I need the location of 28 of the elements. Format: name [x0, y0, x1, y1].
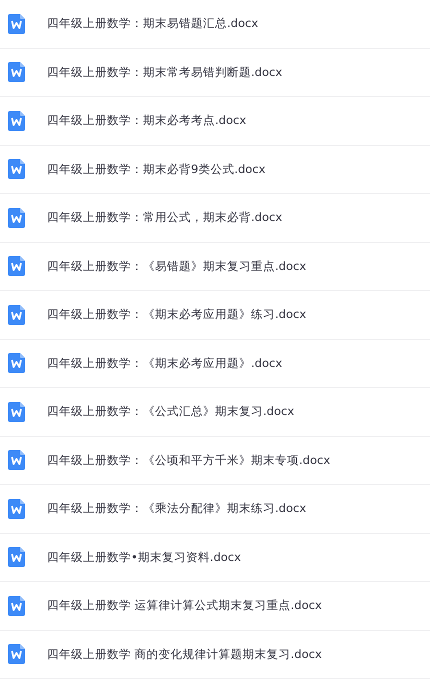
- document-icon: [8, 450, 25, 470]
- file-name[interactable]: 四年级上册数学：常用公式，期末必背.docx: [47, 210, 282, 226]
- document-icon: [8, 353, 25, 374]
- document-icon: [8, 62, 25, 82]
- file-name[interactable]: 四年级上册数学 商的变化规律计算题期末复习.docx: [47, 646, 322, 662]
- document-icon: [8, 208, 25, 228]
- file-name[interactable]: 四年级上册数学：期末必背9类公式.docx: [47, 162, 266, 177]
- document-icon: [8, 547, 25, 568]
- file-name[interactable]: 四年级上册数学：《公顷和平方千米》期末专项.docx: [47, 452, 330, 468]
- document-icon: [8, 402, 25, 422]
- document-icon: [8, 498, 25, 519]
- file-name[interactable]: 四年级上册数学：《易错题》期末复习重点.docx: [47, 258, 306, 274]
- document-icon: [8, 110, 25, 131]
- file-name[interactable]: 四年级上册数学：《期末必考应用题》练习.docx: [47, 307, 306, 322]
- file-name[interactable]: 四年级上册数学 运算律计算公式期末复习重点.docx: [47, 598, 322, 614]
- file-name[interactable]: 四年级上册数学：《公式汇总》期末复习.docx: [47, 404, 294, 420]
- document-icon: [8, 14, 25, 34]
- file-name[interactable]: 四年级上册数学：《期末必考应用题》.docx: [47, 356, 282, 371]
- file-name[interactable]: 四年级上册数学：期末易错题汇总.docx: [47, 16, 258, 32]
- document-icon: [8, 159, 25, 180]
- file-name[interactable]: 四年级上册数学•期末复习资料.docx: [47, 550, 241, 565]
- file-name[interactable]: 四年级上册数学：期末常考易错判断题.docx: [47, 64, 282, 80]
- file-name[interactable]: 四年级上册数学：《乘法分配律》期末练习.docx: [47, 501, 306, 516]
- document-icon: [8, 644, 25, 664]
- document-icon: [8, 304, 25, 325]
- document-icon: [8, 256, 25, 276]
- document-icon: [8, 596, 25, 616]
- file-name[interactable]: 四年级上册数学：期末必考考点.docx: [47, 113, 246, 128]
